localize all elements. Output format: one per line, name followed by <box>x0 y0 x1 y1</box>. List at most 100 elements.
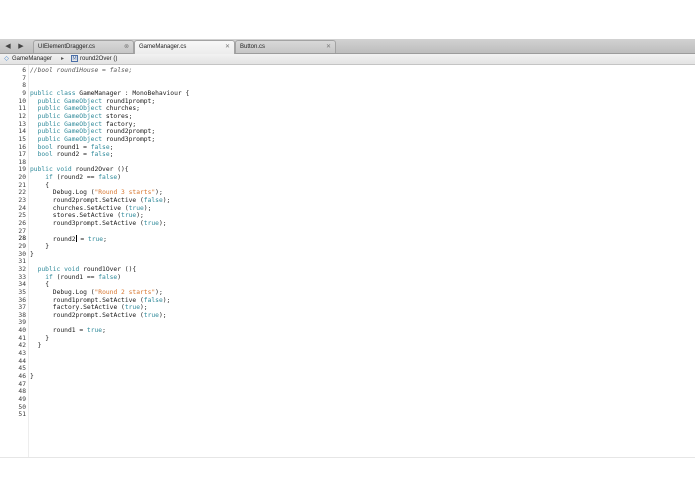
tab-gamemanager[interactable]: GameManager.cs ✕ <box>134 40 235 54</box>
breadcrumb-separator-icon: ▸ <box>61 56 65 62</box>
code-token: public <box>37 135 65 143</box>
breadcrumb-method[interactable]: round2Over () <box>80 54 117 64</box>
code-token: churches.SetActive ( <box>52 204 129 212</box>
close-icon[interactable]: ✕ <box>326 41 331 53</box>
code-token: public <box>37 128 65 136</box>
code-token: public <box>37 112 65 120</box>
method-icon: M <box>71 55 78 62</box>
code-token: round1Over (){ <box>83 265 137 273</box>
code-token: GameObject <box>64 120 106 128</box>
top-blank-area <box>0 0 695 39</box>
code-token: ); <box>162 197 171 205</box>
jump-bar: ◇ GameManager ▸ M round2Over () <box>0 54 695 65</box>
code-token: round2Over (){ <box>75 166 129 174</box>
forward-arrow-icon[interactable]: ▶ <box>16 40 26 52</box>
code-token: public <box>37 120 65 128</box>
code-token: //bool round1House = false; <box>30 67 133 74</box>
code-token: false <box>98 174 118 182</box>
code-token: ); <box>158 311 167 319</box>
code-token: true <box>143 311 159 319</box>
code-token: GameObject <box>64 105 106 113</box>
code-token: (round2 == <box>56 174 99 182</box>
code-token: } <box>30 373 34 380</box>
code-token: Debug.Log ( <box>52 288 95 296</box>
code-token: Debug.Log ( <box>52 189 95 197</box>
code-token: round3prompt; <box>105 135 156 143</box>
code-token: round1 = <box>52 327 87 335</box>
code-token: round2 = <box>56 151 91 159</box>
code-token: (round1 == <box>56 273 99 281</box>
code-token: ; <box>109 151 114 159</box>
tab-bar: ◀ ▶ UIElementDragger.cs ⊗ GameManager.cs… <box>0 39 695 54</box>
code-token: round1prompt.SetActive ( <box>52 296 144 304</box>
code-line[interactable]: 51 <box>0 411 695 419</box>
bottom-blank-area <box>0 457 695 495</box>
code-token: false <box>98 273 118 281</box>
code-token: GameObject <box>64 128 106 136</box>
code-token: bool <box>37 143 57 151</box>
code-token: ); <box>140 304 148 312</box>
code-token: bool <box>37 151 57 159</box>
code-token: stores.SetActive ( <box>52 212 122 220</box>
code-token: round2prompt.SetActive ( <box>52 311 144 319</box>
close-icon[interactable]: ⊗ <box>124 41 129 53</box>
code-token: false <box>143 197 163 205</box>
tab-label: GameManager.cs <box>139 44 187 50</box>
code-token: } <box>45 242 49 250</box>
code-token: ) <box>117 174 122 182</box>
tab-label: UIElementDragger.cs <box>38 44 96 50</box>
code-token: stores; <box>105 112 133 120</box>
close-icon[interactable]: ✕ <box>225 41 230 53</box>
tab-label: Button.cs <box>240 44 266 50</box>
code-token: ); <box>162 296 171 304</box>
code-token: true <box>86 327 103 335</box>
code-token: false <box>90 143 110 151</box>
code-token: ); <box>155 288 163 296</box>
code-token: if <box>45 273 57 281</box>
code-token: ); <box>155 189 163 197</box>
code-token: factory; <box>105 120 137 128</box>
line-number: 51 <box>18 411 26 419</box>
back-arrow-icon[interactable]: ◀ <box>3 40 13 52</box>
code-token: round2prompt.SetActive ( <box>52 197 144 205</box>
code-token: round2prompt; <box>105 128 156 136</box>
code-token: GameManager : MonoBehaviour { <box>79 89 190 97</box>
code-token: public void <box>30 166 76 174</box>
code-token: true <box>128 204 144 212</box>
code-token: true <box>121 212 137 220</box>
code-editor[interactable]: 6//bool round1House = false; 7 8 9 public cl… <box>0 65 695 457</box>
breadcrumb-class[interactable]: GameManager <box>12 54 52 64</box>
code-token: factory.SetActive ( <box>52 304 125 312</box>
code-token: false <box>143 296 163 304</box>
code-token: ; <box>109 143 114 151</box>
code-token: if <box>45 174 57 182</box>
code-token: ) <box>117 273 122 281</box>
code-token: GameObject <box>64 97 106 105</box>
code-token: round3prompt.SetActive ( <box>52 220 144 227</box>
code-token: false <box>90 151 110 159</box>
code-token: public class <box>30 89 80 97</box>
code-token: ); <box>143 204 152 212</box>
code-token: { <box>45 181 49 189</box>
code-token: round1prompt; <box>105 97 156 105</box>
code-token: true <box>143 220 159 227</box>
code-token: ); <box>136 212 144 220</box>
code-token: GameObject <box>64 135 106 143</box>
code-token: true <box>124 304 140 312</box>
tab-uielementdragger[interactable]: UIElementDragger.cs ⊗ <box>33 40 134 53</box>
code-token: public <box>37 105 65 113</box>
code-token: public <box>37 97 65 105</box>
code-token: churches; <box>105 105 140 113</box>
code-token: "Round 2 starts" <box>94 288 156 296</box>
class-icon: ◇ <box>4 55 9 62</box>
code-token: } <box>45 334 49 342</box>
code-token: ); <box>158 220 167 227</box>
code-token: GameObject <box>64 112 106 120</box>
code-token: public void <box>37 265 84 273</box>
code-token: ; <box>102 327 106 335</box>
code-token: } <box>30 250 34 258</box>
code-token: "Round 3 starts" <box>94 189 156 197</box>
code-token: } <box>37 342 42 350</box>
code-token: round1 = <box>56 143 91 151</box>
tab-button[interactable]: Button.cs ✕ <box>235 40 336 53</box>
